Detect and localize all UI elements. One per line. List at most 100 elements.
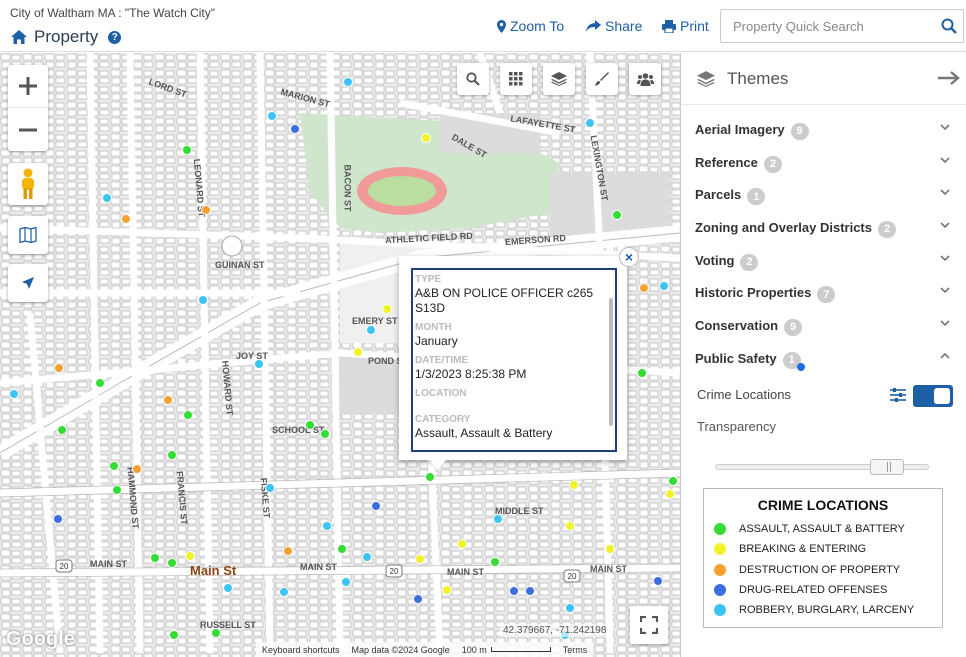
crime-location-point[interactable] [509, 586, 519, 596]
crime-location-point[interactable] [665, 489, 675, 499]
popup-scrollbar[interactable] [609, 298, 613, 426]
crime-location-point[interactable] [362, 552, 372, 562]
crime-location-point[interactable] [322, 521, 332, 531]
crime-location-point[interactable] [267, 111, 277, 121]
theme-voting[interactable]: Voting 2 [681, 244, 966, 277]
crime-location-point[interactable] [415, 554, 425, 564]
collapse-panel-arrow-icon[interactable] [938, 70, 960, 86]
layer-toggle[interactable] [913, 384, 953, 407]
my-location-button[interactable] [8, 264, 48, 302]
crime-location-point[interactable] [265, 483, 275, 493]
crime-location-point[interactable] [605, 544, 615, 554]
crime-location-point[interactable] [53, 514, 63, 524]
popup-content[interactable]: TYPE A&B ON POLICE OFFICER c265 S13D MON… [411, 268, 617, 452]
crime-location-point[interactable] [183, 410, 193, 420]
crime-location-point[interactable] [425, 472, 435, 482]
zoom-out-button[interactable] [8, 108, 48, 151]
theme-conservation[interactable]: Conservation 9 [681, 309, 966, 342]
crime-location-point[interactable] [169, 630, 179, 640]
crime-location-point[interactable] [320, 429, 330, 439]
crime-location-point[interactable] [279, 587, 289, 597]
crime-location-point[interactable] [290, 124, 300, 134]
crime-location-point[interactable] [254, 359, 264, 369]
crime-location-point[interactable] [167, 558, 177, 568]
crime-location-point[interactable] [185, 551, 195, 561]
crime-location-point[interactable] [182, 145, 192, 155]
crime-location-point[interactable] [612, 210, 622, 220]
crime-location-point[interactable] [490, 557, 500, 567]
crime-location-point[interactable] [371, 501, 381, 511]
theme-public-safety[interactable]: Public Safety 1 [681, 342, 966, 375]
transparency-slider[interactable] [715, 459, 929, 475]
terms-link[interactable]: Terms [563, 645, 588, 655]
crime-location-point[interactable] [421, 133, 431, 143]
crime-location-point[interactable] [283, 546, 293, 556]
theme-historic-properties[interactable]: Historic Properties 7 [681, 276, 966, 309]
app-title[interactable]: Property ? [10, 27, 122, 47]
crime-location-point[interactable] [353, 347, 363, 357]
zoom-in-button[interactable] [8, 65, 48, 108]
crime-location-point[interactable] [163, 395, 173, 405]
crime-location-point[interactable] [341, 577, 351, 587]
slider-handle[interactable] [870, 459, 904, 475]
crime-location-point[interactable] [167, 450, 177, 460]
crime-location-point[interactable] [337, 544, 347, 554]
property-search-input[interactable] [721, 11, 931, 41]
crime-location-point[interactable] [668, 476, 678, 486]
crime-location-point[interactable] [565, 521, 575, 531]
crime-location-point[interactable] [54, 363, 64, 373]
crime-location-point[interactable] [95, 378, 105, 388]
crime-location-point[interactable] [457, 539, 467, 549]
crime-location-point[interactable] [639, 283, 649, 293]
crime-location-point[interactable] [637, 368, 647, 378]
crime-location-point[interactable] [109, 461, 119, 471]
popup-close-button[interactable]: × [619, 247, 639, 267]
help-icon[interactable]: ? [108, 30, 122, 44]
users-icon [636, 72, 654, 86]
crime-location-point[interactable] [9, 389, 19, 399]
search-icon[interactable] [941, 18, 957, 34]
crime-location-point[interactable] [565, 603, 575, 613]
crime-location-point[interactable] [659, 281, 669, 291]
map-type-button[interactable] [8, 216, 48, 254]
crime-location-point[interactable] [525, 586, 535, 596]
app-header: City of Waltham MA : "The Watch City" Pr… [0, 0, 966, 52]
crime-location-point[interactable] [569, 480, 579, 490]
crime-location-point[interactable] [366, 325, 376, 335]
crime-location-point[interactable] [442, 585, 452, 595]
theme-zoning-overlay[interactable]: Zoning and Overlay Districts 2 [681, 211, 966, 244]
layers-button[interactable] [543, 63, 575, 95]
crime-location-point[interactable] [343, 77, 353, 87]
crime-location-point[interactable] [211, 628, 221, 638]
keyboard-shortcuts-link[interactable]: Keyboard shortcuts [262, 645, 340, 655]
crime-location-point[interactable] [132, 464, 142, 474]
share-button[interactable]: Share [586, 18, 642, 34]
crime-location-point[interactable] [201, 205, 211, 215]
crime-location-point[interactable] [413, 594, 423, 604]
crime-location-point[interactable] [150, 553, 160, 563]
crime-location-point[interactable] [102, 193, 112, 203]
basemap-grid-button[interactable] [500, 63, 532, 95]
zoom-to-button[interactable]: Zoom To [497, 18, 564, 34]
crime-location-point[interactable] [382, 304, 392, 314]
crime-location-point[interactable] [223, 583, 233, 593]
draw-button[interactable] [586, 63, 618, 95]
crime-location-point[interactable] [585, 118, 595, 128]
street-view-pegman[interactable] [8, 163, 48, 205]
crime-location-point[interactable] [57, 425, 67, 435]
sliders-icon[interactable] [890, 387, 906, 402]
theme-parcels[interactable]: Parcels 1 [681, 178, 966, 211]
crime-location-point[interactable] [305, 420, 315, 430]
print-button[interactable]: Print [662, 18, 709, 34]
crime-location-point[interactable] [121, 214, 131, 224]
crime-location-point[interactable] [653, 576, 663, 586]
users-button[interactable] [629, 63, 661, 95]
fullscreen-button[interactable] [630, 606, 668, 644]
map-search-button[interactable] [457, 63, 489, 95]
theme-aerial-imagery[interactable]: Aerial Imagery 9 [681, 113, 966, 146]
crime-location-point[interactable] [493, 514, 503, 524]
crime-location-point[interactable] [198, 295, 208, 305]
map-view[interactable]: 20 20 20 LORD ST MARION ST LAFAYETTE ST … [0, 53, 680, 657]
theme-reference[interactable]: Reference 2 [681, 146, 966, 179]
crime-location-point[interactable] [112, 485, 122, 495]
